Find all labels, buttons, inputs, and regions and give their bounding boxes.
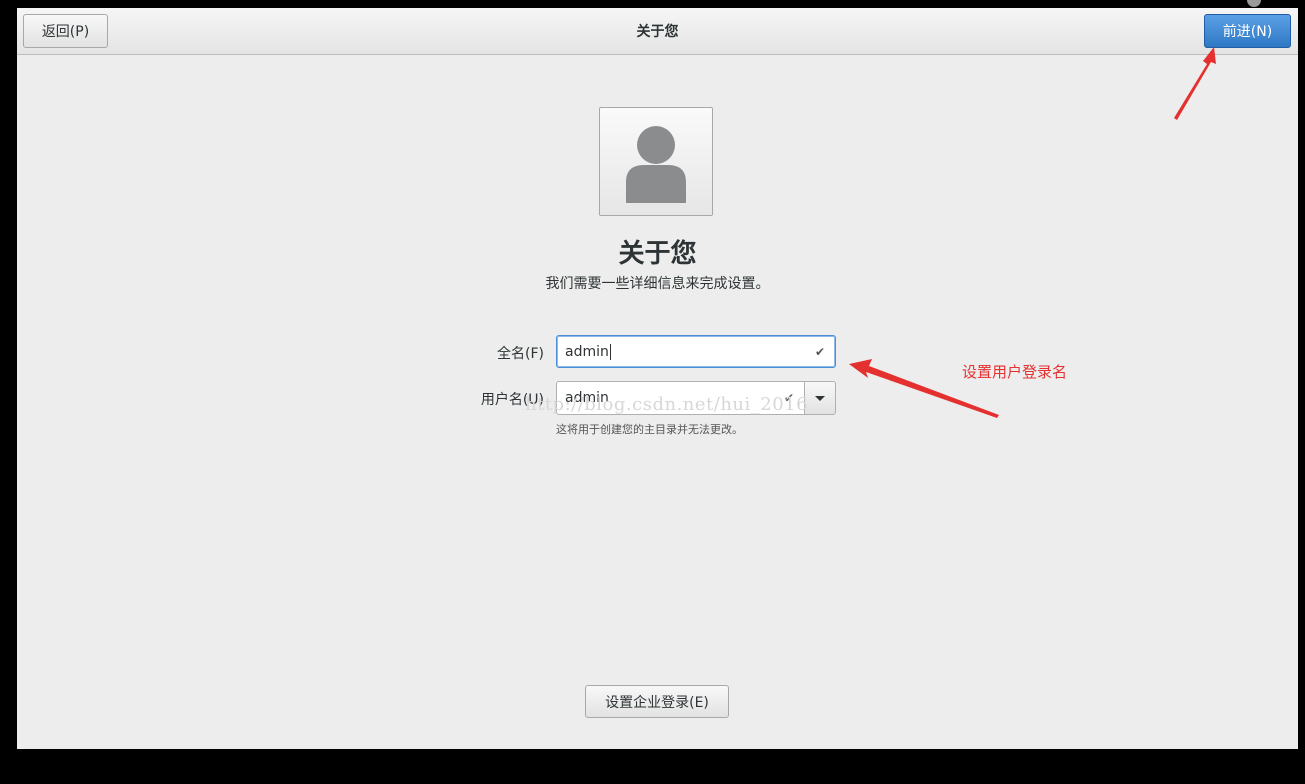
username-field[interactable]: admin ✔ — [556, 381, 805, 415]
fullname-value: admin — [565, 343, 609, 360]
page-subheading: 我们需要一些详细信息来完成设置。 — [545, 276, 770, 292]
username-hint: 这将用于创建您的主目录并无法更改。 — [556, 423, 743, 436]
page-heading: 关于您 — [618, 239, 697, 269]
avatar-button[interactable] — [599, 107, 713, 216]
avatar-icon — [626, 126, 686, 203]
setup-window: 返回(P) 关于您 前进(N) 关于您 我们需要一些详细信息来完成设置。 全名(… — [17, 8, 1298, 749]
enterprise-login-button[interactable]: 设置企业登录(E) — [585, 685, 729, 718]
username-label: 用户名(U) — [480, 392, 544, 408]
corner-indicator — [1247, 0, 1261, 7]
annotation-label: 设置用户登录名 — [962, 363, 1068, 381]
username-dropdown-button[interactable] — [804, 381, 836, 415]
check-icon: ✔ — [783, 391, 794, 405]
username-combo[interactable]: admin ✔ — [556, 381, 836, 415]
next-button[interactable]: 前进(N) — [1204, 14, 1291, 48]
text-cursor — [609, 343, 611, 360]
fullname-label: 全名(F) — [497, 346, 544, 362]
check-icon: ✔ — [814, 344, 825, 359]
chevron-down-icon — [815, 395, 825, 401]
username-value: admin — [565, 390, 609, 406]
window-title: 关于您 — [636, 24, 679, 40]
header-bar: 返回(P) 关于您 前进(N) — [17, 8, 1298, 55]
fullname-field[interactable]: admin ✔ — [556, 335, 836, 368]
